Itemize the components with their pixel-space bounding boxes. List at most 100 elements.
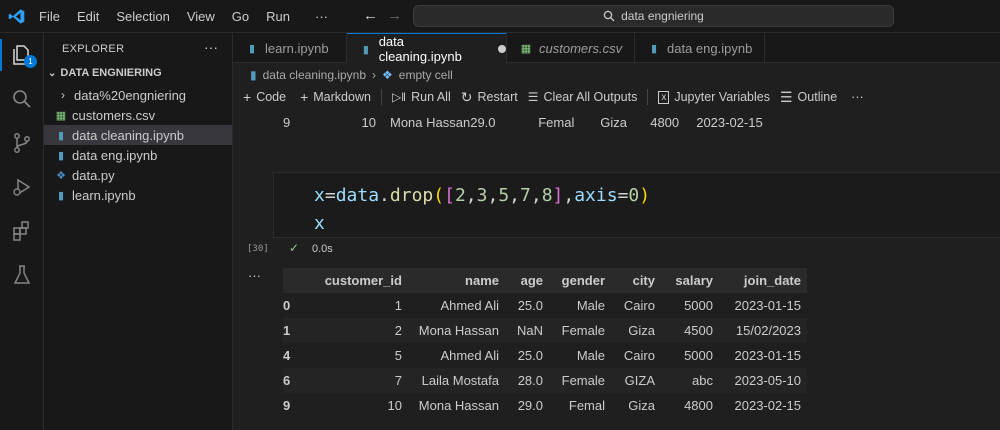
- table-cell: Ahmed Ali: [440, 298, 499, 313]
- testing-flask-icon[interactable]: [10, 263, 34, 287]
- command-center-search[interactable]: data engniering: [413, 5, 894, 27]
- back-arrow-icon[interactable]: ←: [363, 7, 378, 24]
- run-all-button[interactable]: ▷‖ Run All: [392, 90, 451, 104]
- breadcrumb-cell[interactable]: empty cell: [399, 68, 453, 82]
- explorer-more-icon[interactable]: ···: [204, 39, 218, 55]
- add-code-label: Code: [256, 90, 287, 104]
- notebook-file-icon: ▮: [250, 68, 257, 82]
- search-icon[interactable]: [10, 87, 34, 111]
- code-token: 2: [454, 185, 466, 206]
- code-token: 5: [498, 185, 510, 206]
- explorer-item-data-py[interactable]: ❖ data.py: [44, 165, 232, 185]
- menu-file[interactable]: File: [39, 9, 60, 24]
- add-markdown-cell-button[interactable]: + Markdown: [300, 89, 371, 105]
- editor-tab-bar: ▮ learn.ipynb ▮ data cleaning.ipynb ▦ cu…: [233, 33, 1000, 64]
- table-cell: Cairo: [623, 348, 655, 363]
- code-token: ]: [552, 185, 564, 206]
- code-line-1[interactable]: x=data.drop([2,3,5,7,8],axis=0): [314, 185, 650, 206]
- table-cell: Female: [561, 323, 605, 338]
- menu-run[interactable]: Run: [266, 9, 290, 24]
- menu-go[interactable]: Go: [232, 9, 249, 24]
- table-cell: 15/02/2023: [735, 323, 801, 338]
- tab-customers-csv[interactable]: ▦ customers.csv: [507, 33, 635, 63]
- table-cell: 4800: [650, 115, 680, 130]
- code-token: ): [639, 185, 651, 206]
- menu-selection[interactable]: Selection: [116, 9, 169, 24]
- table-cell: Giza: [628, 323, 655, 338]
- tab-label: customers.csv: [539, 40, 623, 56]
- tab-label: learn.ipynb: [265, 40, 329, 56]
- menu-edit[interactable]: Edit: [77, 9, 99, 24]
- jupyter-variables-button[interactable]: x Jupyter Variables: [658, 90, 770, 104]
- run-all-label: Run All: [411, 90, 451, 104]
- table-cell: Female: [561, 373, 605, 388]
- table-row: 9 10 Mona Hassan 29.0 Femal Giza 4800 2023-02-1…: [283, 393, 807, 418]
- search-text: data engniering: [621, 9, 704, 23]
- tab-data-eng[interactable]: ▮ data eng.ipynb: [635, 33, 765, 63]
- menu-view[interactable]: View: [187, 9, 215, 24]
- table-cell: Mona Hassan: [418, 323, 499, 338]
- explorer-item-learn[interactable]: ▮ learn.ipynb: [44, 185, 232, 205]
- forward-arrow-icon[interactable]: →: [387, 7, 402, 24]
- run-and-debug-icon[interactable]: [10, 175, 34, 199]
- code-token: 3: [476, 185, 488, 206]
- row-index: 4: [283, 348, 291, 363]
- source-control-icon[interactable]: [10, 131, 34, 155]
- plus-icon: +: [243, 89, 252, 105]
- output-more-icon[interactable]: ···: [248, 268, 261, 283]
- code-token: axis: [574, 185, 618, 206]
- outline-button[interactable]: ☰ Outline: [780, 89, 837, 106]
- tab-data-cleaning[interactable]: ▮ data cleaning.ipynb: [347, 33, 507, 64]
- code-token: 0: [628, 185, 640, 206]
- execution-time: 0.0s: [312, 243, 333, 255]
- row-index: 6: [283, 373, 291, 388]
- tab-learn[interactable]: ▮ learn.ipynb: [233, 33, 347, 63]
- table-body: 0 1 Ahmed Ali 25.0 Male Cairo 5000 2023-01-15 1 2…: [283, 293, 807, 418]
- table-cell: 4800: [684, 398, 713, 413]
- code-token: ,: [509, 185, 520, 206]
- explorer-item-label: learn.ipynb: [72, 187, 136, 203]
- code-token: 7: [520, 185, 531, 206]
- unsaved-dot-icon[interactable]: [498, 45, 506, 53]
- table-cell: 5000: [684, 298, 713, 313]
- breadcrumb-file[interactable]: data cleaning.ipynb: [263, 68, 366, 82]
- notebook-file-icon: ▮: [248, 42, 256, 55]
- notebook-file-icon: ▮: [57, 129, 65, 142]
- column-header: name: [465, 273, 499, 288]
- code-token: ,: [487, 185, 499, 206]
- table-cell: 2023-05-10: [734, 373, 802, 388]
- toolbar-divider: [647, 89, 649, 105]
- explorer-item-customers-csv[interactable]: ▦ customers.csv: [44, 105, 232, 125]
- table-row: 9 10 Mona Hassan 29.0 Femal Giza 4800 20…: [283, 110, 763, 135]
- table-cell: Mona Hassan: [418, 398, 499, 413]
- workspace-folder-header[interactable]: ⌄ DATA ENGNIERING: [48, 67, 162, 79]
- explorer-item-data-eng[interactable]: ▮ data eng.ipynb: [44, 145, 232, 165]
- extensions-icon[interactable]: [10, 219, 34, 243]
- table-cell: 4500: [684, 323, 713, 338]
- add-code-cell-button[interactable]: + Code: [243, 89, 286, 105]
- explorer-item-label: data.py: [72, 167, 115, 183]
- clear-all-label: Clear All Outputs: [543, 90, 638, 104]
- code-line-2[interactable]: x: [314, 213, 325, 234]
- restart-icon: ↻: [460, 88, 473, 105]
- column-header: customer_id: [324, 273, 402, 288]
- code-cell-icon: ❖: [382, 68, 393, 82]
- explorer-item-data-cleaning[interactable]: ▮ data cleaning.ipynb: [44, 125, 232, 145]
- toolbar-more-button[interactable]: ···: [851, 90, 864, 104]
- table-cell: 29.0: [470, 115, 496, 130]
- vscode-logo-icon: [8, 9, 25, 24]
- clear-all-outputs-button[interactable]: ☰ Clear All Outputs: [528, 90, 638, 104]
- table-header-row: customer_id name age gender city salary join_d…: [283, 268, 807, 293]
- table-cell: Cairo: [623, 298, 655, 313]
- breadcrumb-separator: ›: [372, 68, 377, 82]
- column-header: [283, 268, 310, 293]
- table-cell: 2023-01-15: [734, 348, 802, 363]
- code-cell-editor[interactable]: x=data.drop([2,3,5,7,8],axis=0) x: [273, 172, 1000, 238]
- explorer-item-data-folder[interactable]: › data%20engniering: [44, 85, 232, 105]
- menu-more[interactable]: ···: [315, 9, 328, 24]
- output-dataframe-table: customer_id name age gender city salary join_d…: [283, 268, 807, 418]
- restart-button[interactable]: ↻ Restart: [461, 89, 518, 106]
- table-cell: abc: [692, 373, 713, 388]
- breadcrumb: ▮ data cleaning.ipynb › ❖ empty cell: [250, 66, 453, 84]
- table-row: 0 1 Ahmed Ali 25.0 Male Cairo 5000 2023-01-15: [283, 293, 807, 318]
